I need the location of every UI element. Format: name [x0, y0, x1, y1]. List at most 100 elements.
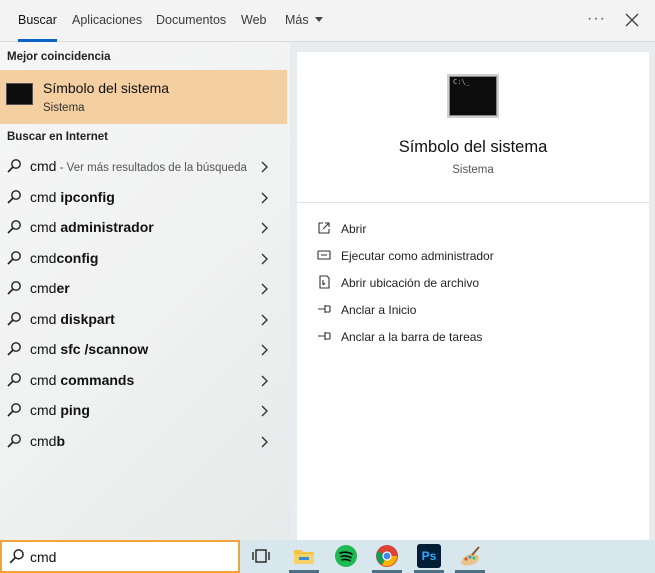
web-result-text: cmdconfig: [30, 250, 98, 266]
web-result-hint: - Ver más resultados de la búsqueda: [56, 162, 247, 174]
search-scope-tabs: Buscar Aplicaciones Documentos Web Más ·…: [0, 0, 655, 42]
web-result-text: cmd sfc /scannow: [30, 341, 148, 357]
web-result-item[interactable]: cmd ipconfig: [0, 183, 287, 213]
web-result-item[interactable]: cmdb: [0, 427, 287, 457]
action-pin-to-taskbar-label: Anclar a la barra de tareas: [341, 330, 483, 344]
pin-icon: [318, 332, 331, 340]
web-result-item[interactable]: cmd ping: [0, 396, 287, 426]
open-icon: [318, 222, 330, 234]
search-box[interactable]: [0, 540, 240, 573]
action-abrir[interactable]: Abrir: [317, 219, 637, 241]
web-result-item[interactable]: cmder: [0, 274, 287, 304]
chrome-icon[interactable]: [375, 544, 399, 568]
chevron-right-icon: [261, 283, 268, 295]
chevron-right-icon: [261, 192, 268, 203]
search-input[interactable]: [30, 546, 230, 568]
web-result-text: cmd administrador: [30, 219, 154, 235]
web-result-suggestion: config: [56, 249, 99, 266]
action-run-as-admin-label: Ejecutar como administrador: [341, 249, 494, 263]
search-icon: [7, 403, 21, 417]
action-pin-to-start-label: Anclar a Inicio: [341, 303, 417, 317]
web-result-item[interactable]: cmd diskpart: [0, 305, 287, 335]
action-pin-to-start[interactable]: Anclar a Inicio: [317, 300, 637, 322]
file-location-icon: [319, 275, 330, 289]
web-result-item[interactable]: cmd administrador: [0, 213, 287, 243]
web-result-prefix: cmd: [30, 249, 57, 266]
terminal-icon: [6, 83, 33, 105]
web-result-item[interactable]: cmd sfc /scannow: [0, 335, 287, 365]
web-search-header: Buscar en Internet: [7, 131, 108, 143]
chevron-right-icon: [261, 253, 268, 264]
web-result-text: cmd diskpart: [30, 311, 115, 327]
tab-documentos[interactable]: Documentos: [156, 0, 226, 42]
action-open-file-location[interactable]: Abrir ubicación de archivo: [317, 273, 637, 295]
best-match-header: Mejor coincidencia: [7, 51, 111, 63]
terminal-icon: C:\_: [447, 74, 499, 118]
chevron-right-icon: [261, 314, 268, 325]
web-result-suggestion: ping: [60, 402, 90, 418]
web-result-suggestion: er: [56, 280, 70, 296]
web-result-text: cmd - Ver más resultados de la búsqueda: [30, 158, 247, 174]
web-result-suggestion: commands: [60, 371, 135, 388]
paint-icon[interactable]: [458, 544, 482, 568]
chevron-right-icon: [261, 161, 268, 173]
chevron-right-icon: [261, 405, 268, 417]
search-icon: [9, 549, 24, 564]
tab-mas-label: Más: [285, 13, 309, 27]
web-result-text: cmd ping: [30, 402, 90, 418]
search-icon: [7, 281, 21, 295]
detail-panel: C:\_ Símbolo del sistema Sistema Abrir E…: [297, 52, 649, 540]
web-result-suggestion: diskpart: [60, 310, 115, 327]
web-result-suggestion: b: [56, 432, 66, 449]
tab-mas[interactable]: Más: [285, 0, 323, 42]
taskbar: Ps: [0, 540, 655, 573]
web-result-text: cmd commands: [30, 372, 134, 388]
tab-buscar[interactable]: Buscar: [18, 0, 57, 42]
web-result-item[interactable]: cmd - Ver más resultados de la búsqueda: [0, 152, 287, 182]
chevron-right-icon: [261, 344, 268, 356]
spotify-icon[interactable]: [334, 544, 358, 568]
action-run-as-admin[interactable]: Ejecutar como administrador: [317, 246, 637, 268]
web-result-prefix: cmd: [30, 341, 61, 357]
detail-subtitle: Sistema: [452, 164, 494, 176]
best-match-subtitle: Sistema: [43, 102, 85, 114]
search-icon: [7, 189, 21, 204]
detail-title: Símbolo del sistema: [398, 138, 548, 156]
photoshop-icon[interactable]: Ps: [417, 544, 441, 568]
search-icon: [7, 342, 21, 356]
web-result-text: cmdb: [30, 433, 65, 449]
action-abrir-label: Abrir: [341, 222, 367, 236]
web-result-prefix: cmd: [30, 219, 61, 235]
action-open-file-location-label: Abrir ubicación de archivo: [341, 276, 480, 290]
chevron-right-icon: [261, 222, 268, 234]
chevron-right-icon: [261, 436, 268, 447]
tab-aplicaciones[interactable]: Aplicaciones: [72, 0, 142, 42]
search-icon: [7, 220, 21, 234]
divider: [297, 202, 649, 203]
web-result-item[interactable]: cmdconfig: [0, 244, 287, 274]
web-result-suggestion: sfc /scannow: [60, 341, 149, 357]
task-view-icon[interactable]: [250, 544, 274, 568]
search-icon: [7, 311, 21, 326]
web-result-item[interactable]: cmd commands: [0, 366, 287, 396]
search-icon: [7, 433, 21, 448]
best-match-title: Símbolo del sistema: [43, 80, 170, 96]
action-pin-to-taskbar[interactable]: Anclar a la barra de tareas: [317, 327, 637, 349]
web-result-suggestion: administrador: [60, 219, 154, 235]
chevron-right-icon: [261, 375, 268, 386]
web-result-prefix: cmd: [30, 280, 57, 296]
file-explorer-icon[interactable]: [292, 544, 316, 568]
results-panel: Mejor coincidencia Símbolo del sistema S…: [0, 42, 290, 540]
tab-web[interactable]: Web: [241, 0, 266, 42]
admin-shield-icon: [317, 250, 331, 260]
web-result-prefix: cmd: [30, 310, 61, 327]
close-icon[interactable]: [623, 11, 641, 29]
web-result-suggestion: ipconfig: [60, 188, 115, 205]
pin-icon: [318, 305, 331, 313]
web-result-prefix: cmd: [30, 158, 57, 174]
search-icon: [7, 159, 21, 173]
web-result-text: cmder: [30, 280, 70, 296]
best-match-item[interactable]: Símbolo del sistema Sistema: [0, 70, 287, 124]
search-icon: [7, 250, 21, 265]
more-options-icon[interactable]: ···: [587, 10, 606, 28]
